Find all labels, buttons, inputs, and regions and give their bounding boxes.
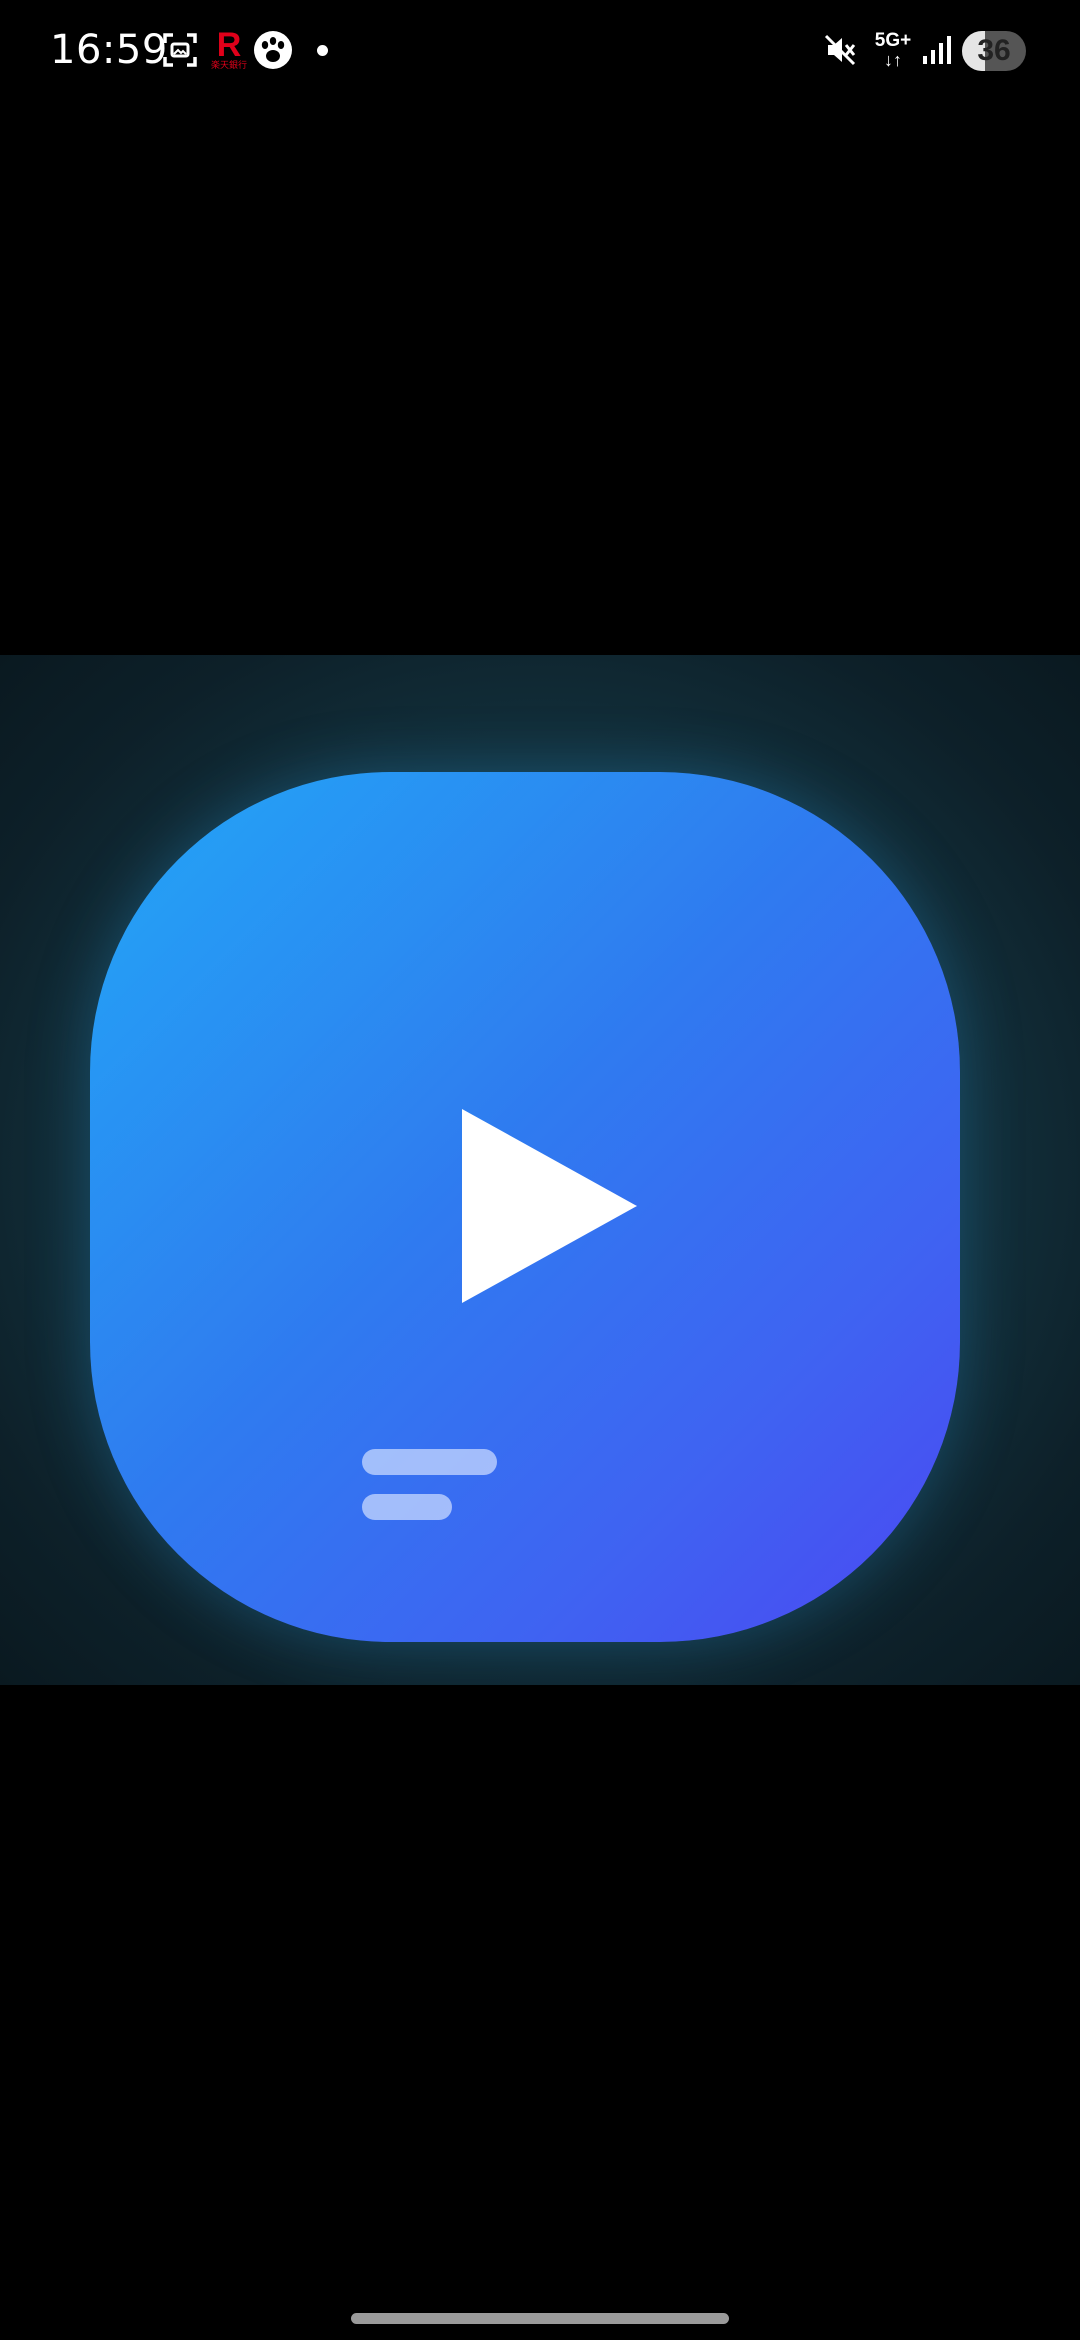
- signal-icon: [918, 26, 958, 74]
- list-line-icon: [362, 1449, 497, 1475]
- status-bar: 16:59 R 楽天銀行 5G+ ↓↑ 36: [0, 0, 1080, 100]
- battery-icon: 36: [962, 31, 1026, 71]
- notification-dot-icon: [317, 45, 328, 56]
- status-time: 16:59: [50, 27, 168, 73]
- mute-icon: [818, 26, 862, 74]
- list-line-icon: [362, 1494, 452, 1520]
- screenshot-icon: [158, 26, 202, 74]
- viewed-image[interactable]: [0, 655, 1080, 1685]
- gesture-navigation-bar[interactable]: [351, 2313, 729, 2324]
- media-player-app-icon: [90, 772, 960, 1642]
- paw-icon: [250, 26, 296, 74]
- play-icon: [462, 1109, 637, 1303]
- rakuten-icon: R 楽天銀行: [210, 26, 247, 70]
- battery-level: 36: [977, 34, 1011, 67]
- network-icon: 5G+ ↓↑: [874, 30, 912, 70]
